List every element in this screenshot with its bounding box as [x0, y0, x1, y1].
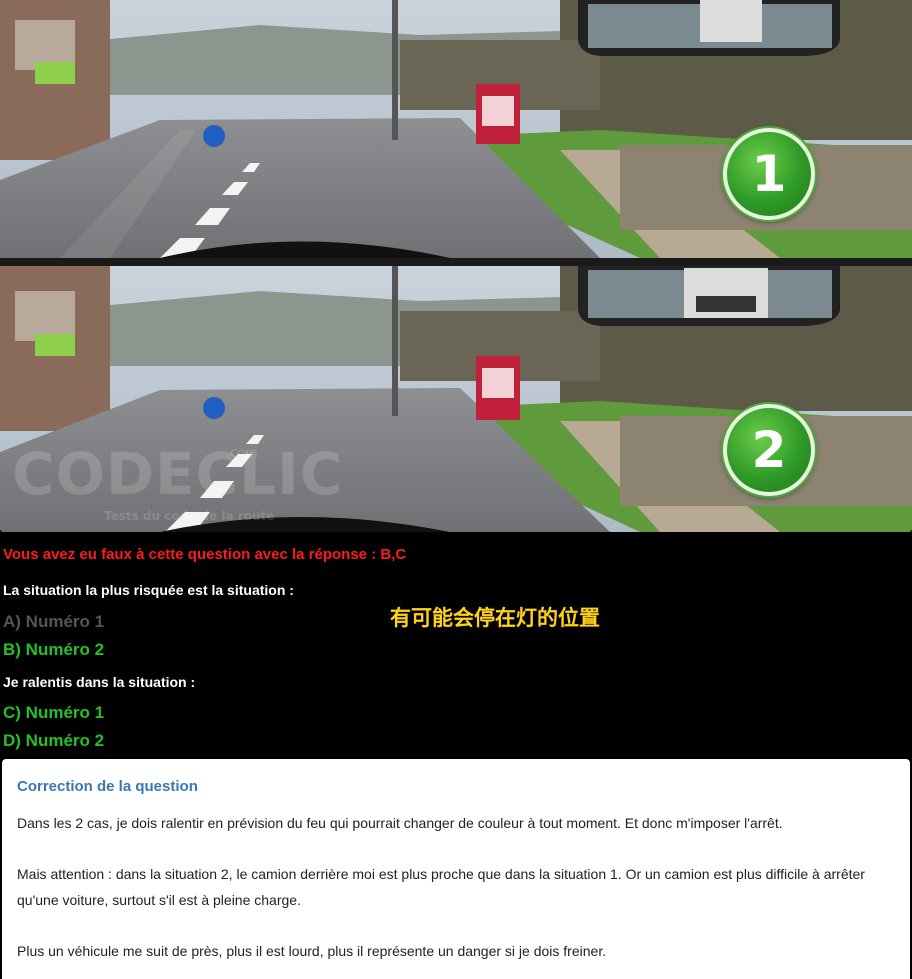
- correction-paragraph: Mais attention : dans la situation 2, le…: [17, 866, 865, 908]
- situation-2-badge: 2: [723, 404, 815, 496]
- answer-a: A) Numéro 1: [3, 612, 105, 631]
- watermark-tagline: Tests du code de la route: [104, 509, 275, 523]
- answer-b: B) Numéro 2: [3, 640, 105, 659]
- correction-title: Correction de la question: [17, 778, 198, 795]
- scene-divider: [0, 258, 912, 266]
- result-message: Vous avez eu faux à cette question avec …: [3, 546, 407, 563]
- answer-d: D) Numéro 2: [3, 731, 105, 750]
- answer-c: C) Numéro 1: [3, 703, 105, 722]
- watermark-domain: .com: [226, 446, 258, 461]
- handwritten-annotation: 有可能会停在灯的位置: [390, 606, 600, 630]
- watermark-logo: CODECLIC: [12, 440, 344, 508]
- correction-paragraph: Dans les 2 cas, je dois ralentir en prév…: [17, 815, 783, 831]
- situation-1-badge: 1: [723, 128, 815, 220]
- correction-paragraph: Plus un véhicule me suit de près, plus i…: [17, 943, 607, 959]
- question-2-label: Je ralentis dans la situation :: [3, 674, 196, 690]
- correction-panel: Correction de la question Dans les 2 cas…: [2, 759, 910, 979]
- question-1-label: La situation la plus risquée est la situ…: [3, 582, 294, 598]
- scene-photo-1: 1: [0, 0, 912, 258]
